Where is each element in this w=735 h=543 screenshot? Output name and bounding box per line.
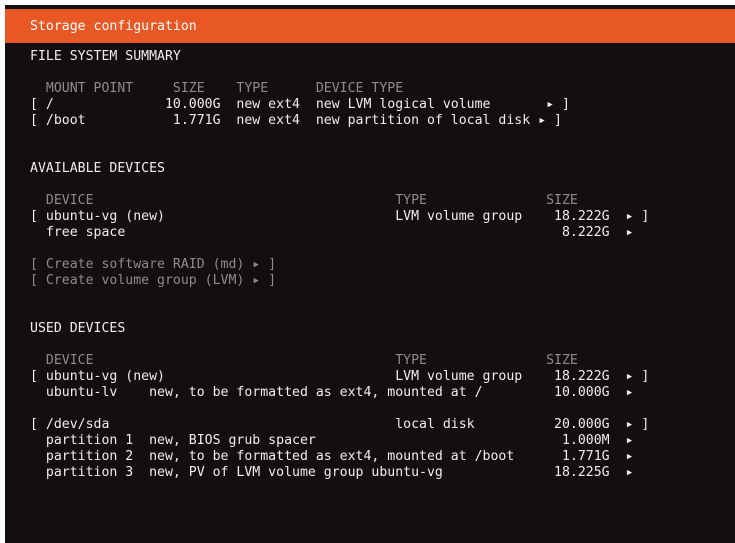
page-title: Storage configuration	[30, 19, 197, 34]
fs-row-boot[interactable]: [ /boot 1.771G new ext4 new partition of…	[30, 113, 562, 129]
used-row-partition-3[interactable]: partition 3 new, PV of LVM volume group …	[30, 465, 634, 481]
fs-summary-header-row: MOUNT POINT SIZE TYPE DEVICE TYPE	[30, 81, 404, 96]
available-header-row: DEVICE TYPE SIZE	[30, 193, 578, 208]
used-row-ubuntu-lv[interactable]: ubuntu-lv new, to be formatted as ext4, …	[30, 385, 634, 401]
create-raid-button[interactable]: [ Create software RAID (md) ▸ ]	[30, 257, 276, 273]
used-devices-heading: USED DEVICES	[30, 321, 126, 336]
used-row-ubuntu-vg[interactable]: [ ubuntu-vg (new) LVM volume group 18.22…	[30, 369, 649, 385]
used-row-partition-1[interactable]: partition 1 new, BIOS grub spacer 1.000M…	[30, 433, 634, 449]
used-header-row: DEVICE TYPE SIZE	[30, 353, 578, 368]
fs-summary-heading: FILE SYSTEM SUMMARY	[30, 49, 181, 64]
available-devices-heading: AVAILABLE DEVICES	[30, 161, 165, 176]
installer-screen: Storage configuration FILE SYSTEM SUMMAR…	[5, 5, 735, 543]
used-row-partition-2[interactable]: partition 2 new, to be formatted as ext4…	[30, 449, 634, 465]
available-row-ubuntu-vg[interactable]: [ ubuntu-vg (new) LVM volume group 18.22…	[30, 209, 649, 225]
create-volume-group-button[interactable]: [ Create volume group (LVM) ▸ ]	[30, 273, 276, 289]
title-bar: Storage configuration	[5, 9, 735, 43]
fs-row-root[interactable]: [ / 10.000G new ext4 new LVM logical vol…	[30, 97, 570, 113]
used-row-dev-sda[interactable]: [ /dev/sda local disk 20.000G ▸ ]	[30, 417, 649, 433]
available-row-free-space[interactable]: free space 8.222G ▸	[30, 225, 634, 241]
